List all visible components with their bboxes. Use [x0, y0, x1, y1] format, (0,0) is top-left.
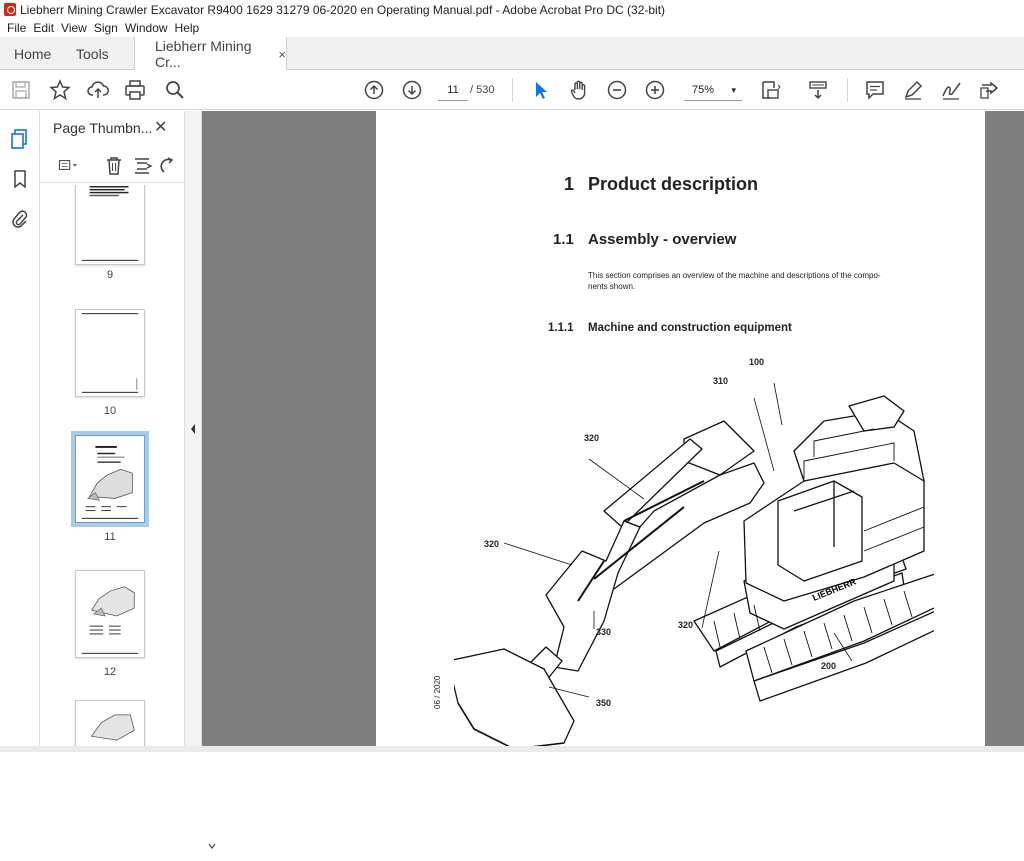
- left-nav-rail: [0, 111, 40, 752]
- panel-collapse-strip[interactable]: [185, 111, 202, 752]
- bookmark-icon[interactable]: [8, 167, 32, 191]
- thumbnail-page-9[interactable]: [75, 185, 145, 265]
- chapter-number: 1: [564, 174, 575, 194]
- chevron-down-icon: ▾: [731, 85, 736, 95]
- tab-document-label: Liebherr Mining Cr...: [155, 38, 252, 70]
- fit-page-icon[interactable]: [758, 78, 782, 102]
- section-body-line-2: nents shown.: [588, 282, 636, 291]
- excavator-illustration: LIEBHERR: [454, 382, 934, 751]
- tab-close-icon[interactable]: ×: [278, 47, 286, 62]
- chapter-title: Product description: [588, 174, 759, 194]
- menu-help[interactable]: Help: [175, 21, 200, 35]
- callout-330: 330: [596, 627, 612, 637]
- callout-200: 200: [821, 661, 837, 671]
- page-thumbnails-panel: Page Thumbn... ✕ 9 10 11 12: [40, 111, 216, 849]
- delete-icon[interactable]: [102, 154, 126, 178]
- tab-tools[interactable]: Tools: [76, 37, 109, 70]
- pdf-page: 1 Product description 1.1 Assembly - ove…: [376, 111, 987, 752]
- thumbnail-list: 9 10 11 12: [40, 185, 177, 752]
- horizontal-scrollbar[interactable]: [0, 746, 1024, 752]
- callout-100: 100: [749, 357, 765, 367]
- page-total: / 530: [470, 84, 495, 96]
- save-icon[interactable]: [9, 78, 33, 102]
- comment-icon[interactable]: [863, 78, 887, 102]
- close-icon[interactable]: ✕: [154, 117, 167, 137]
- window-title-bar: Liebherr Mining Crawler Excavator R9400 …: [0, 0, 1024, 19]
- menu-sign[interactable]: Sign: [94, 21, 118, 35]
- callout-350: 350: [596, 698, 612, 708]
- section-number: 1.1: [553, 231, 574, 248]
- document-view[interactable]: 1 Product description 1.1 Assembly - ove…: [202, 111, 1024, 752]
- thumbnail-number-9: 9: [106, 269, 114, 281]
- tab-home[interactable]: Home: [14, 37, 51, 70]
- callout-320-lower: 320: [678, 620, 694, 630]
- page-side-date: 06 / 2020: [433, 675, 442, 709]
- thumbnails-toolbar: [40, 149, 185, 183]
- page-down-icon[interactable]: [400, 78, 424, 102]
- extract-pages-icon[interactable]: [131, 154, 155, 178]
- star-icon[interactable]: [48, 78, 72, 102]
- callout-320-upper: 320: [584, 433, 600, 443]
- print-icon[interactable]: [123, 78, 147, 102]
- thumbnail-number-12: 12: [103, 666, 117, 678]
- options-menu-icon[interactable]: [52, 153, 86, 177]
- tab-bar: Home Tools Liebherr Mining Cr... ×: [0, 37, 1024, 71]
- upload-cloud-icon[interactable]: [86, 78, 110, 102]
- subsection-number: 1.1.1: [548, 322, 574, 334]
- zoom-level-select[interactable]: 75% ▾: [684, 79, 742, 101]
- menu-view[interactable]: View: [61, 21, 87, 35]
- section-body-line-1: This section comprises an overview of th…: [588, 271, 881, 280]
- main-toolbar: 11 / 530 75% ▾: [0, 70, 1024, 110]
- callout-310: 310: [713, 376, 729, 386]
- thumbnail-page-12[interactable]: [75, 570, 145, 658]
- thumbnail-number-10: 10: [103, 405, 117, 417]
- section-title: Assembly - overview: [588, 231, 737, 248]
- zoom-in-icon[interactable]: [643, 78, 667, 102]
- zoom-level-value: 75%: [692, 84, 715, 96]
- page-thumbnails-icon[interactable]: [8, 127, 32, 151]
- thumbnail-page-13[interactable]: [75, 700, 145, 752]
- toolbar-divider: [512, 78, 513, 102]
- menu-window[interactable]: Window: [125, 21, 168, 35]
- attachment-icon[interactable]: [8, 207, 32, 231]
- thumbnail-page-11[interactable]: [71, 431, 149, 527]
- rotate-icon[interactable]: [156, 154, 180, 178]
- acrobat-app-icon: [4, 3, 16, 16]
- callout-320-left: 320: [484, 539, 500, 549]
- toolbar-divider-2: [847, 78, 848, 102]
- zoom-search-icon[interactable]: [163, 78, 187, 102]
- highlight-pen-icon[interactable]: [901, 78, 925, 102]
- thumbnails-panel-title: Page Thumbn...: [53, 120, 153, 136]
- thumbnail-page-10[interactable]: [75, 309, 145, 397]
- current-page-input[interactable]: 11: [438, 79, 468, 101]
- share-icon[interactable]: [977, 78, 1001, 102]
- scroll-mode-icon[interactable]: [806, 78, 830, 102]
- sign-icon[interactable]: [939, 78, 963, 102]
- subsection-title: Machine and construction equipment: [588, 322, 792, 334]
- select-cursor-icon[interactable]: [529, 78, 553, 102]
- hand-icon[interactable]: [567, 78, 591, 102]
- thumbnail-number-11: 11: [104, 531, 116, 543]
- menu-file[interactable]: File: [7, 21, 26, 35]
- document-right-margin: [985, 111, 1024, 752]
- zoom-out-icon[interactable]: [605, 78, 629, 102]
- page-up-icon[interactable]: [362, 78, 386, 102]
- menu-edit[interactable]: Edit: [33, 21, 54, 35]
- section-body: This section comprises an overview of th…: [588, 270, 938, 292]
- tab-document[interactable]: Liebherr Mining Cr... ×: [134, 37, 287, 71]
- window-title: Liebherr Mining Crawler Excavator R9400 …: [20, 2, 666, 17]
- menu-bar: File Edit View Sign Window Help: [0, 19, 1024, 37]
